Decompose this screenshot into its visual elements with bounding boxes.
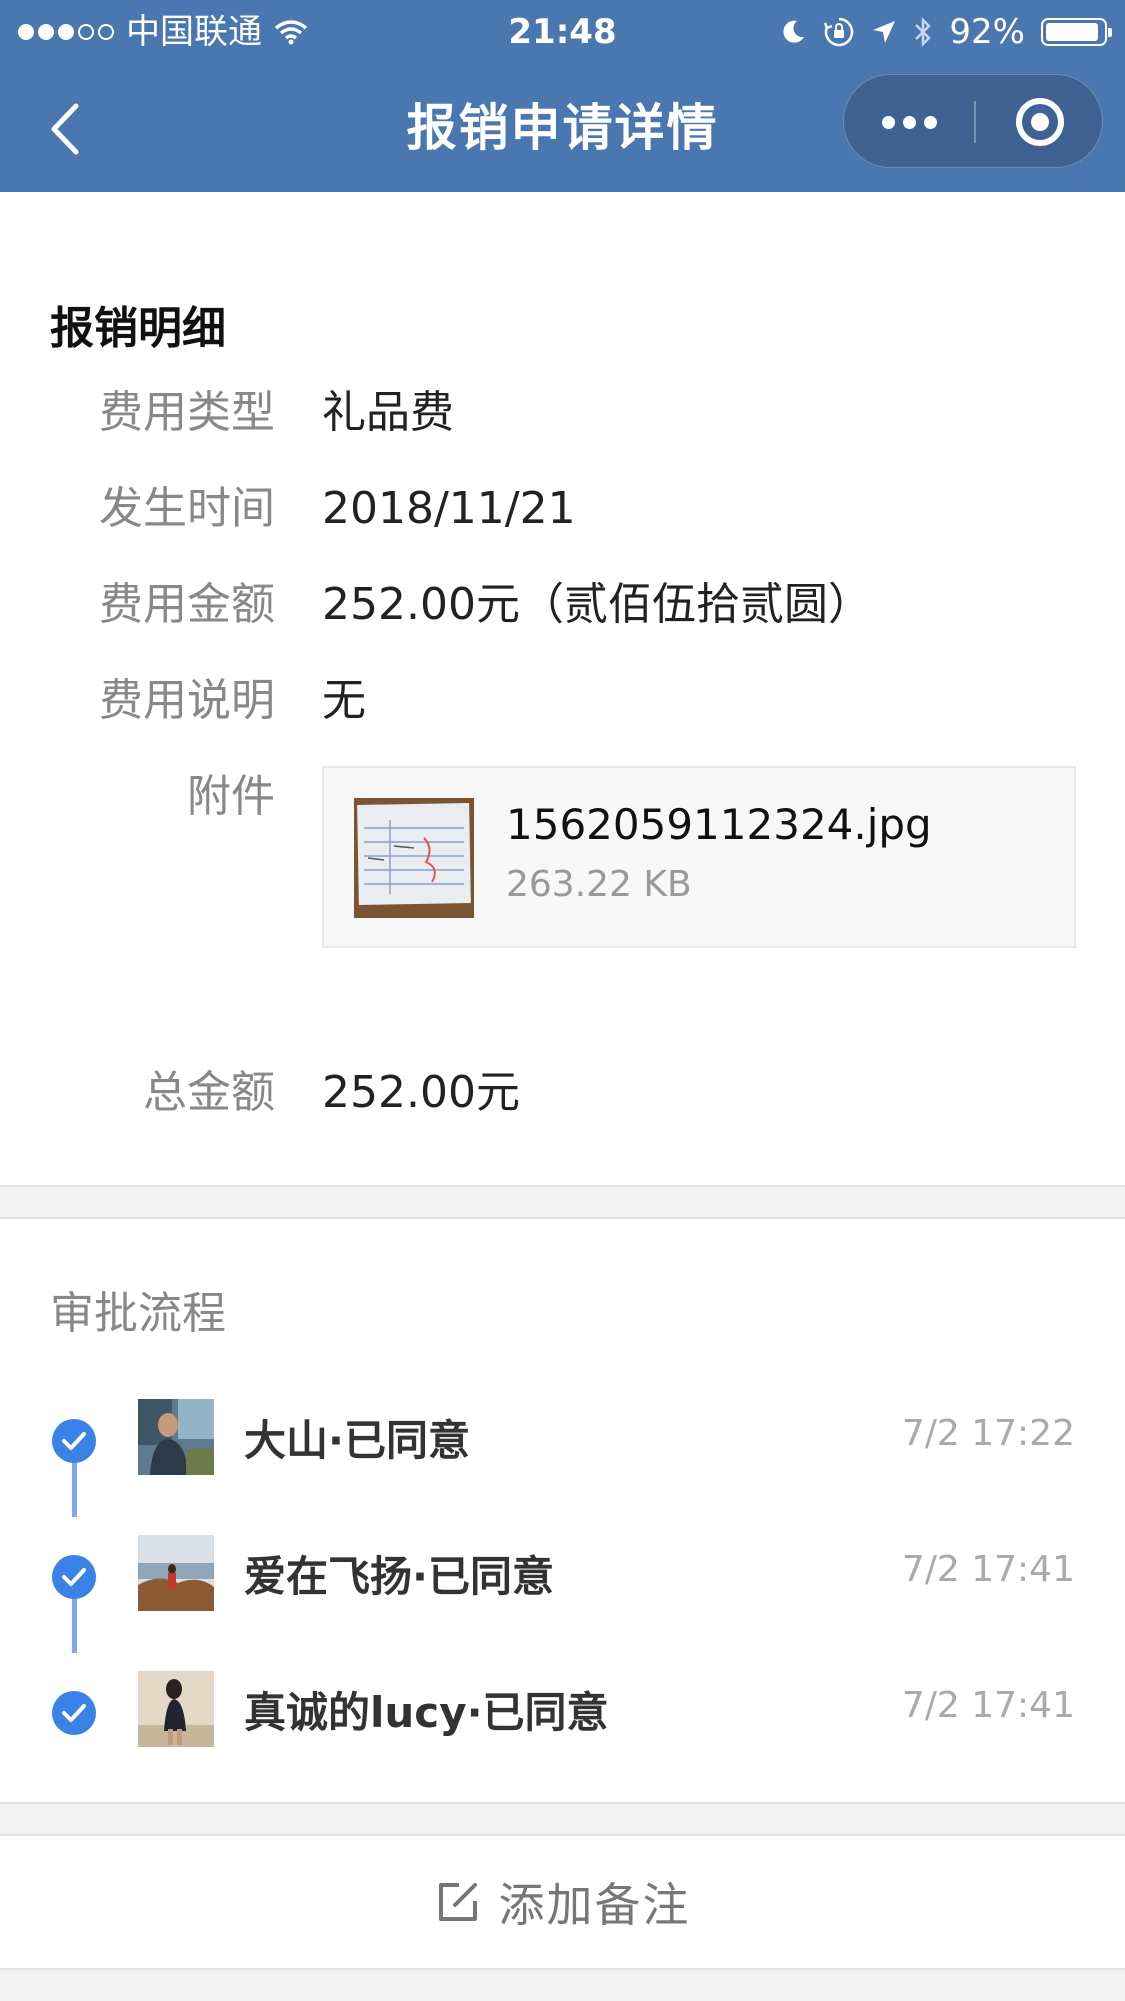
check-icon [52, 1691, 96, 1735]
approval-time: 7/2 17:41 [901, 1549, 1075, 1590]
attachment-file[interactable]: 1562059112324.jpg 263.22 KB [322, 766, 1076, 948]
avatar [138, 1535, 214, 1611]
capsule-close-button[interactable] [976, 75, 1104, 169]
field-label: 费用类型 [99, 387, 275, 438]
more-dots-icon [881, 115, 895, 129]
approval-step: 爱在飞扬·已同意 7/2 17:41 [0, 1535, 1125, 1615]
expense-detail-card: 报销明细 费用类型 礼品费 发生时间 2018/11/21 费用金额 252.0… [0, 192, 1125, 1187]
field-label: 发生时间 [99, 483, 275, 534]
more-button[interactable] [844, 75, 974, 169]
top-bar: 中国联通 21:48 92% 报销申请详情 [0, 0, 1125, 192]
field-amount: 费用金额 252.00元（贰佰伍拾贰圆） [0, 570, 1125, 640]
approval-step: 大山·已同意 7/2 17:22 [0, 1399, 1125, 1479]
field-label: 总金额 [143, 1067, 275, 1118]
add-note-button[interactable]: 添加备注 [0, 1834, 1125, 1970]
location-arrow-icon [873, 21, 896, 43]
attachment-thumbnail[interactable] [354, 798, 474, 918]
field-description: 费用说明 无 [0, 666, 1125, 736]
field-value: 2018/11/21 [322, 483, 576, 534]
field-label: 附件 [187, 771, 275, 822]
battery-icon [1041, 18, 1112, 46]
approver-name: 大山·已同意 [244, 1416, 470, 1465]
approver-name: 真诚的lucy·已同意 [244, 1688, 609, 1737]
mini-program-capsule [843, 74, 1103, 168]
field-label: 费用金额 [99, 579, 275, 630]
orientation-lock-icon [824, 17, 854, 47]
approval-title: 审批流程 [50, 1288, 226, 1339]
field-expense-type: 费用类型 礼品费 [0, 378, 1125, 448]
check-icon [52, 1419, 96, 1463]
field-value: 礼品费 [322, 387, 454, 438]
approval-time: 7/2 17:22 [901, 1413, 1075, 1454]
approval-time: 7/2 17:41 [901, 1685, 1075, 1726]
battery-percent: 92% [949, 12, 1025, 52]
attachment-filename: 1562059112324.jpg [506, 800, 932, 849]
approver-name: 爱在飞扬·已同意 [244, 1552, 554, 1601]
field-value: 252.00元（贰佰伍拾贰圆） [322, 579, 872, 630]
add-note-label: 添加备注 [498, 1878, 691, 1932]
avatar [138, 1671, 214, 1747]
status-bar: 中国联通 21:48 92% [0, 0, 1125, 64]
bluetooth-icon [915, 16, 932, 48]
field-occur-date: 发生时间 2018/11/21 [0, 474, 1125, 544]
avatar [138, 1399, 214, 1475]
navigation-bar: 报销申请详情 [0, 64, 1125, 192]
section-title: 报销明细 [50, 303, 226, 354]
check-icon [52, 1555, 96, 1599]
field-value: 无 [322, 675, 366, 726]
moon-icon [783, 20, 805, 43]
field-label: 费用说明 [99, 675, 275, 726]
capsule-close-icon [1016, 98, 1064, 146]
edit-icon [438, 1883, 477, 1921]
attachment-filesize: 263.22 KB [506, 864, 692, 905]
approval-step: 真诚的lucy·已同意 7/2 17:41 [0, 1671, 1125, 1751]
field-total: 总金额 252.00元 [0, 1058, 1125, 1128]
approval-flow-card: 审批流程 大山·已同意 7/2 17:22 爱在飞扬·已同意 7/2 17:41… [0, 1217, 1125, 1804]
field-value: 252.00元 [322, 1067, 520, 1118]
